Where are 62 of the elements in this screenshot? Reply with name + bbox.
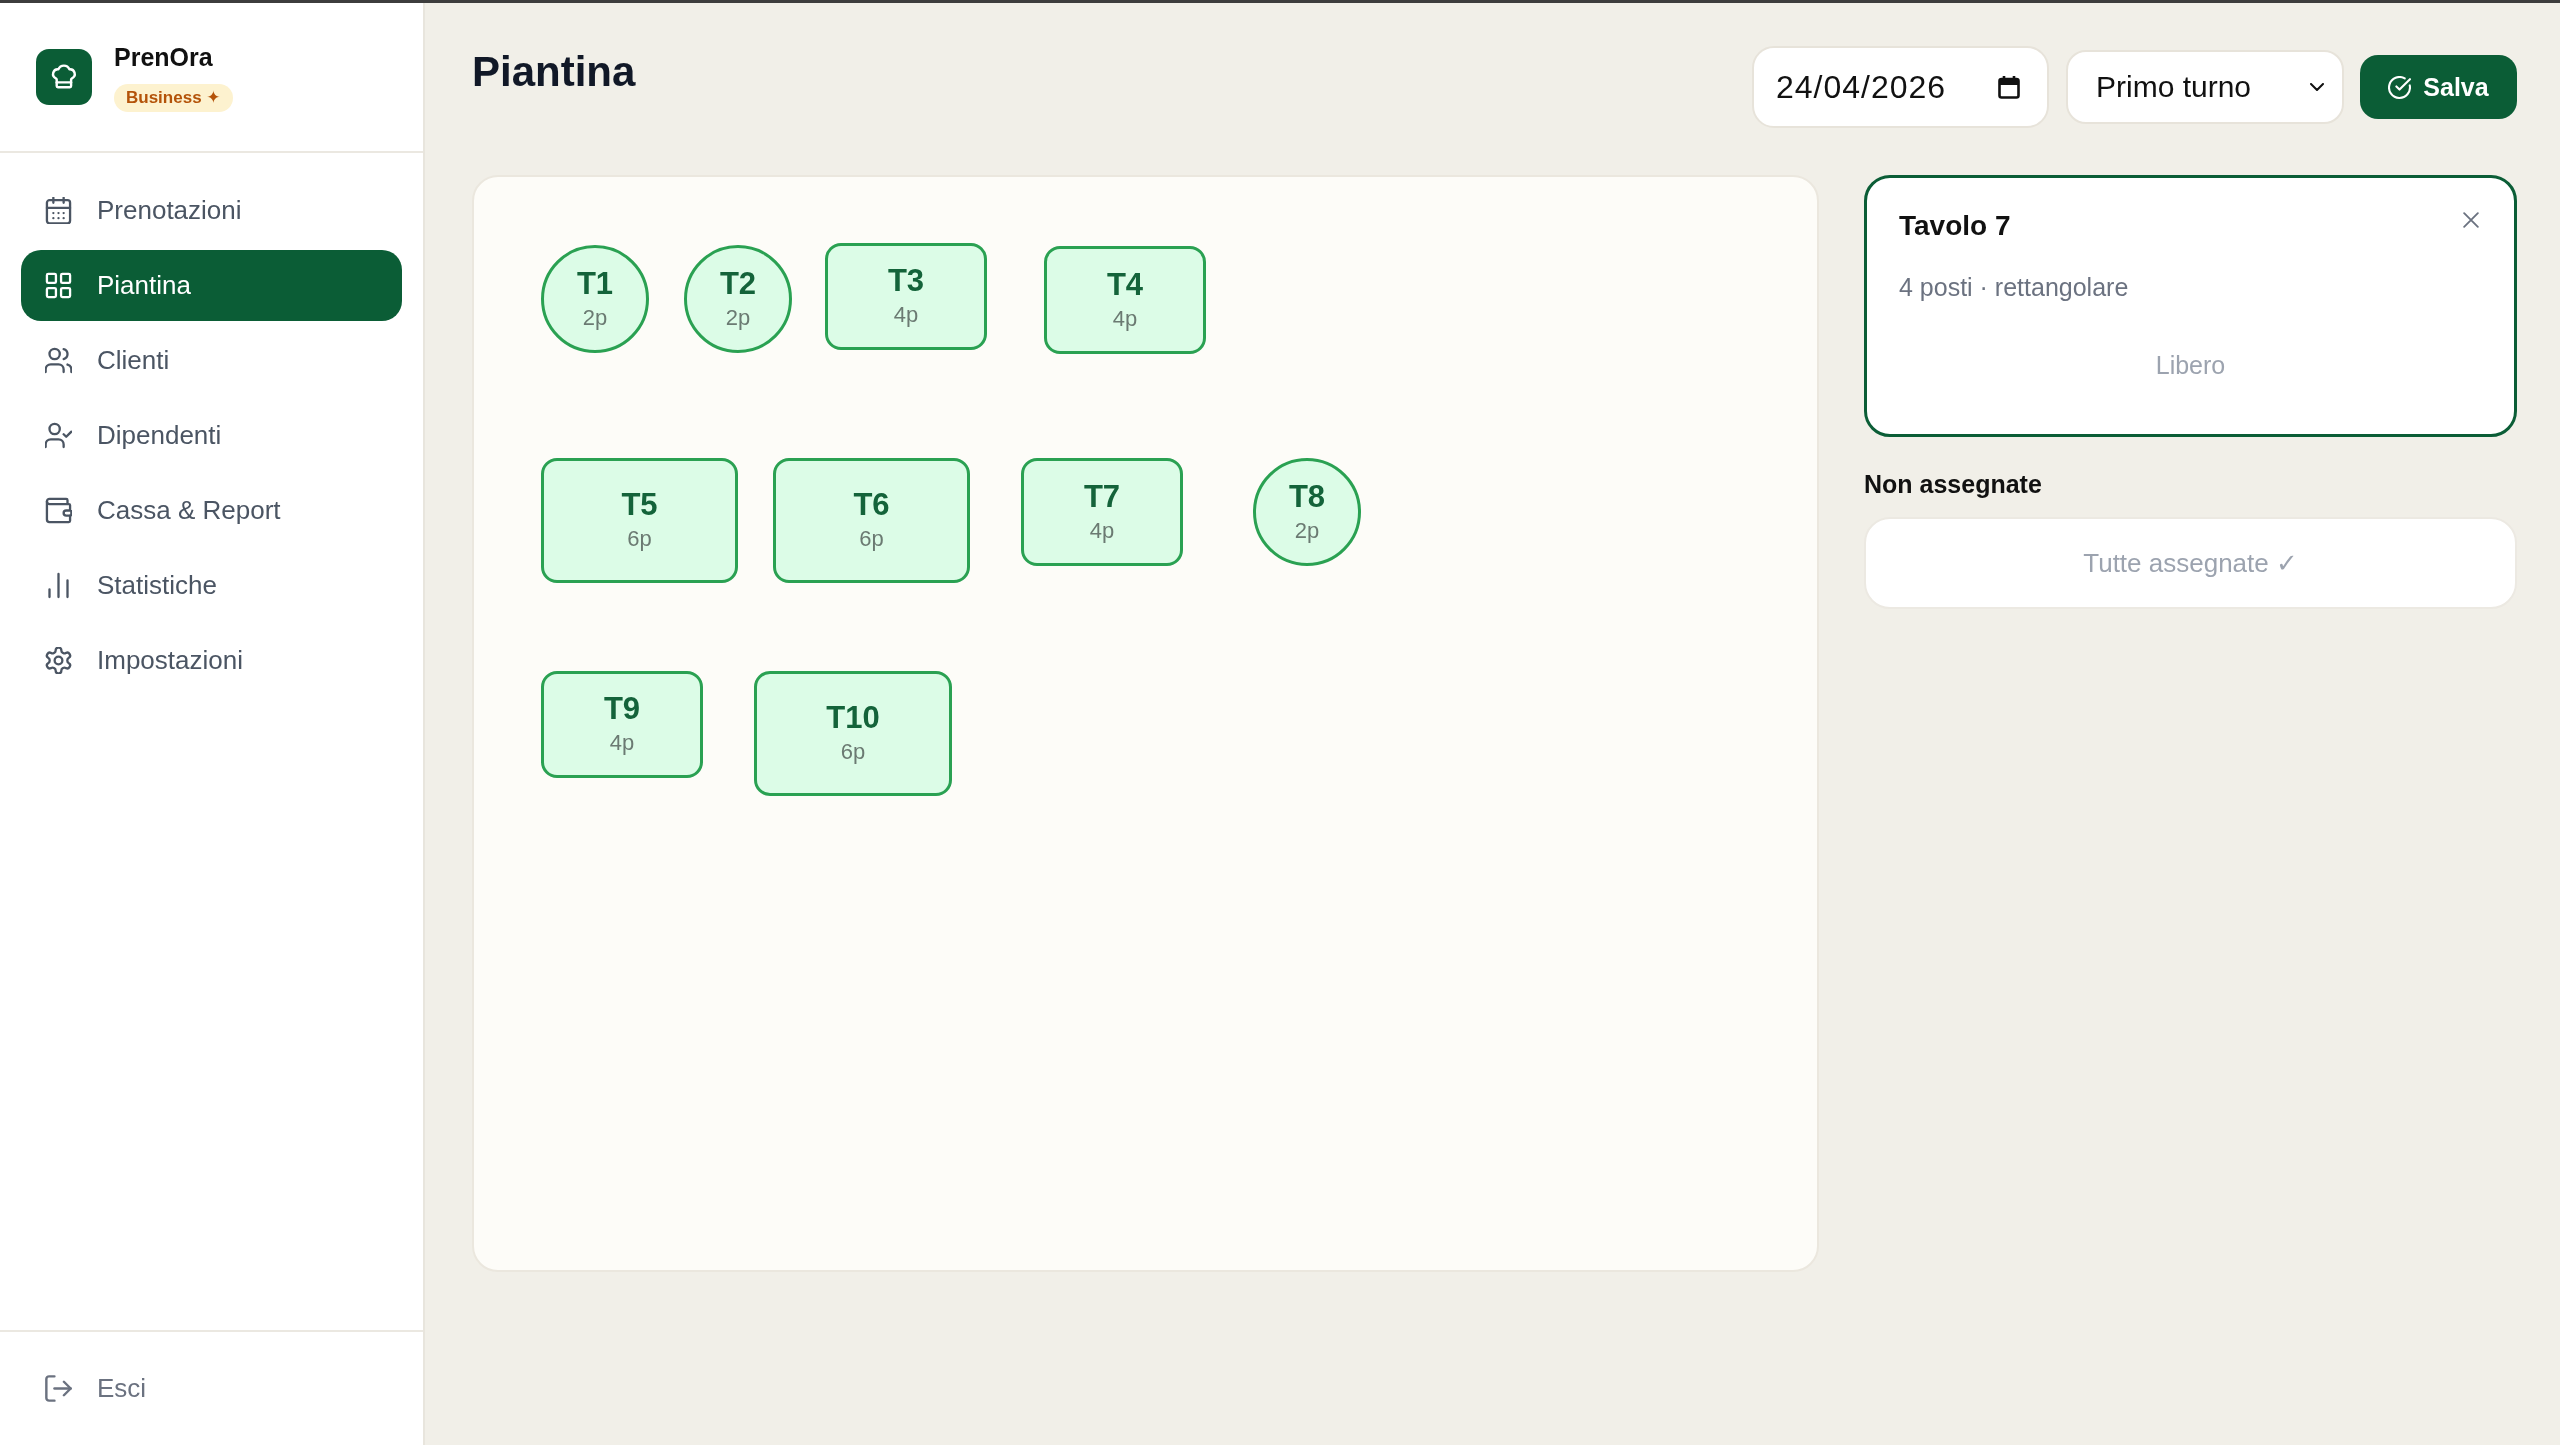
- table-name: T3: [887, 264, 925, 298]
- calendar-icon[interactable]: [1998, 75, 2020, 99]
- check-circle-icon: [2388, 75, 2412, 99]
- table-seats: 6p: [840, 738, 866, 766]
- user-check-icon: [45, 422, 72, 449]
- rectangular-table[interactable]: T10 6p: [754, 671, 952, 796]
- table-name: T4: [1106, 267, 1144, 302]
- date-field[interactable]: 24/04/2026: [1752, 46, 2049, 128]
- nav-item[interactable]: Piantina: [21, 250, 402, 321]
- rectangular-table[interactable]: T7 4p: [1021, 458, 1183, 566]
- calendar-icon: [45, 197, 72, 224]
- rectangular-table[interactable]: T3 4p: [825, 243, 987, 350]
- shift-select[interactable]: Primo turno: [2066, 50, 2344, 124]
- table-name: T8: [1288, 479, 1326, 514]
- rectangular-table[interactable]: T4 4p: [1044, 246, 1206, 354]
- chevron-down-icon: [2310, 83, 2324, 91]
- round-table[interactable]: T8 2p: [1253, 458, 1361, 566]
- nav-item[interactable]: Prenotazioni: [21, 175, 402, 246]
- table-name: T6: [853, 488, 890, 522]
- rectangular-table[interactable]: T5 6p: [541, 458, 738, 583]
- round-table[interactable]: T1 2p: [541, 245, 649, 353]
- nav-item[interactable]: Cassa & Report: [21, 475, 402, 546]
- bar-chart-icon: [45, 572, 72, 599]
- table-name: T1: [576, 266, 614, 301]
- table-seats: 4p: [1089, 516, 1115, 545]
- nav-item[interactable]: Dipendenti: [21, 400, 402, 471]
- chef-hat-icon: [36, 49, 92, 105]
- rectangular-table[interactable]: T6 6p: [773, 458, 970, 583]
- logout-icon: [45, 1375, 72, 1402]
- table-name: T10: [826, 701, 880, 735]
- save-button[interactable]: Salva: [2360, 55, 2517, 119]
- logout-button[interactable]: Esci: [21, 1353, 171, 1424]
- table-name: T5: [621, 488, 658, 522]
- table-seats: 2p: [725, 303, 751, 332]
- nav-item[interactable]: Clienti: [21, 325, 402, 396]
- table-status: Libero: [2155, 350, 2226, 381]
- table-seats: 6p: [859, 525, 884, 553]
- plan-badge: Business ✦: [114, 84, 233, 112]
- table-seats: 4p: [1112, 304, 1138, 333]
- table-seats: 2p: [582, 303, 608, 332]
- table-name: T2: [719, 266, 757, 301]
- table-seats: 6p: [627, 525, 652, 553]
- brand-name: PrenOra: [114, 42, 213, 72]
- close-icon[interactable]: [2463, 212, 2479, 228]
- wallet-icon: [45, 497, 72, 524]
- table-seats: 4p: [609, 729, 635, 757]
- grid-icon: [45, 272, 72, 299]
- table-seats: 4p: [893, 301, 919, 329]
- nav-item[interactable]: Statistiche: [21, 550, 402, 621]
- nav-item[interactable]: Impostazioni: [21, 625, 402, 696]
- page-title: Piantina: [472, 47, 636, 97]
- round-table[interactable]: T2 2p: [684, 245, 792, 353]
- details-info: 4 posti · rettangolare: [1899, 272, 2129, 303]
- table-seats: 2p: [1294, 516, 1320, 545]
- users-icon: [45, 347, 72, 374]
- table-name: T7: [1083, 479, 1121, 514]
- table-name: T9: [603, 692, 641, 726]
- empty-message: Tutte assegnate ✓: [2083, 547, 2298, 579]
- settings-icon: [45, 647, 72, 674]
- details-title: Tavolo 7: [1899, 209, 2011, 243]
- section-title: Non assegnate: [1864, 469, 2042, 500]
- rectangular-table[interactable]: T9 4p: [541, 671, 703, 778]
